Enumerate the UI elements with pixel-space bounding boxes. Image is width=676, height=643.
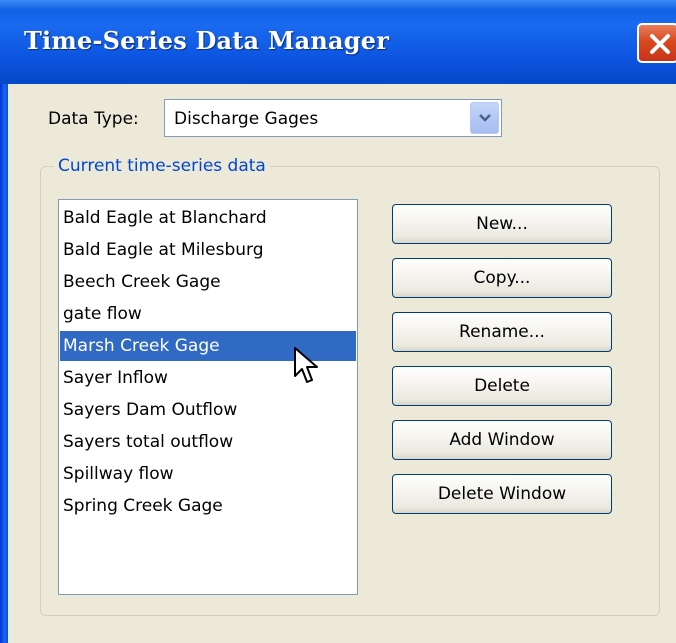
window-frame-left bbox=[0, 84, 8, 643]
mouse-pointer-icon bbox=[294, 347, 318, 383]
list-item[interactable]: Sayers Dam Outflow bbox=[60, 395, 356, 425]
list-item[interactable]: Spring Creek Gage bbox=[60, 491, 356, 521]
time-series-list[interactable]: Bald Eagle at Blanchard Bald Eagle at Mi… bbox=[58, 199, 358, 595]
list-item[interactable]: Bald Eagle at Blanchard bbox=[60, 203, 356, 233]
title-bar: Time-Series Data Manager bbox=[0, 0, 676, 84]
data-type-label: Data Type: bbox=[48, 109, 139, 129]
dropdown-arrow-button[interactable] bbox=[470, 102, 499, 134]
copy-button[interactable]: Copy... bbox=[392, 258, 612, 298]
list-item[interactable]: gate flow bbox=[60, 299, 356, 329]
close-button[interactable] bbox=[637, 23, 676, 63]
list-item[interactable]: Spillway flow bbox=[60, 459, 356, 489]
rename-button[interactable]: Rename... bbox=[392, 312, 612, 352]
chevron-down-icon bbox=[479, 114, 491, 122]
delete-window-button[interactable]: Delete Window bbox=[392, 474, 612, 514]
close-icon bbox=[650, 34, 670, 54]
list-item[interactable]: Sayers total outflow bbox=[60, 427, 356, 457]
list-item[interactable]: Beech Creek Gage bbox=[60, 267, 356, 297]
new-button[interactable]: New... bbox=[392, 204, 612, 244]
list-item[interactable]: Bald Eagle at Milesburg bbox=[60, 235, 356, 265]
data-type-selected-value: Discharge Gages bbox=[174, 109, 319, 129]
data-type-select[interactable]: Discharge Gages bbox=[164, 99, 502, 137]
group-legend: Current time-series data bbox=[54, 156, 270, 176]
window-title: Time-Series Data Manager bbox=[24, 26, 390, 55]
delete-button[interactable]: Delete bbox=[392, 366, 612, 406]
add-window-button[interactable]: Add Window bbox=[392, 420, 612, 460]
